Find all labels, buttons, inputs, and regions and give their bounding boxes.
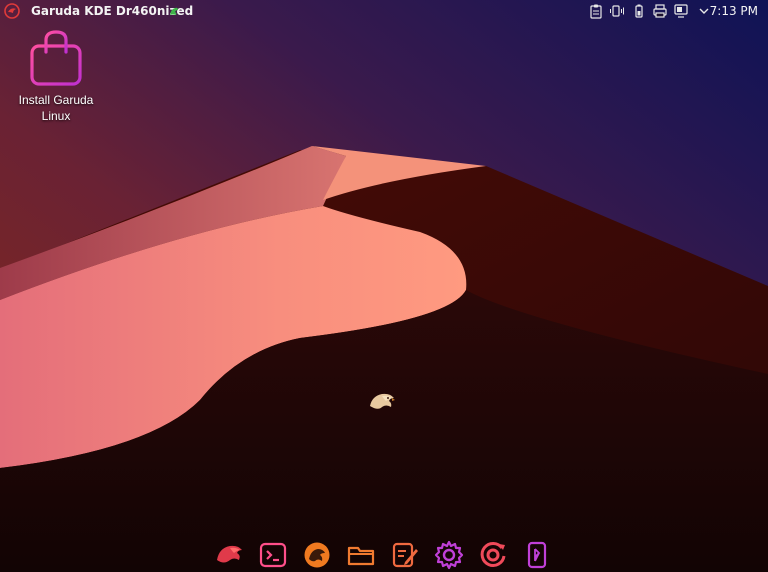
clock[interactable]: 7:13 PM: [710, 4, 758, 18]
garuda-eagle-icon[interactable]: [4, 3, 20, 19]
gear-icon[interactable]: [434, 540, 464, 570]
printer-icon[interactable]: [652, 3, 668, 19]
folder-icon[interactable]: [346, 540, 376, 570]
dock: [210, 538, 560, 572]
shopping-bag-icon: [30, 30, 82, 86]
firedragon-icon[interactable]: [302, 540, 332, 570]
edit-icon[interactable]: [390, 540, 420, 570]
top-panel: Garuda KDE Dr460nized 7:13 PM: [0, 0, 768, 22]
dragon-icon: [170, 7, 178, 15]
desktop: Garuda KDE Dr460nized 7:13 PM Install Ga…: [0, 0, 768, 572]
garuda-eagle-icon[interactable]: [214, 540, 244, 570]
battery-icon[interactable]: [631, 3, 647, 19]
desktop-icon-install-garuda[interactable]: Install Garuda Linux: [8, 26, 104, 130]
kde-connect-icon[interactable]: [522, 540, 552, 570]
clipboard-icon[interactable]: [588, 3, 604, 19]
terminal-icon[interactable]: [258, 540, 288, 570]
garuda-assistant-icon[interactable]: [478, 540, 508, 570]
network-icon[interactable]: [673, 3, 689, 19]
garuda-eagle-logo-icon: [370, 393, 395, 409]
desktop-icon-label: Install Garuda Linux: [18, 93, 94, 123]
volume-icon[interactable]: [609, 3, 625, 19]
wallpaper: [0, 0, 768, 572]
